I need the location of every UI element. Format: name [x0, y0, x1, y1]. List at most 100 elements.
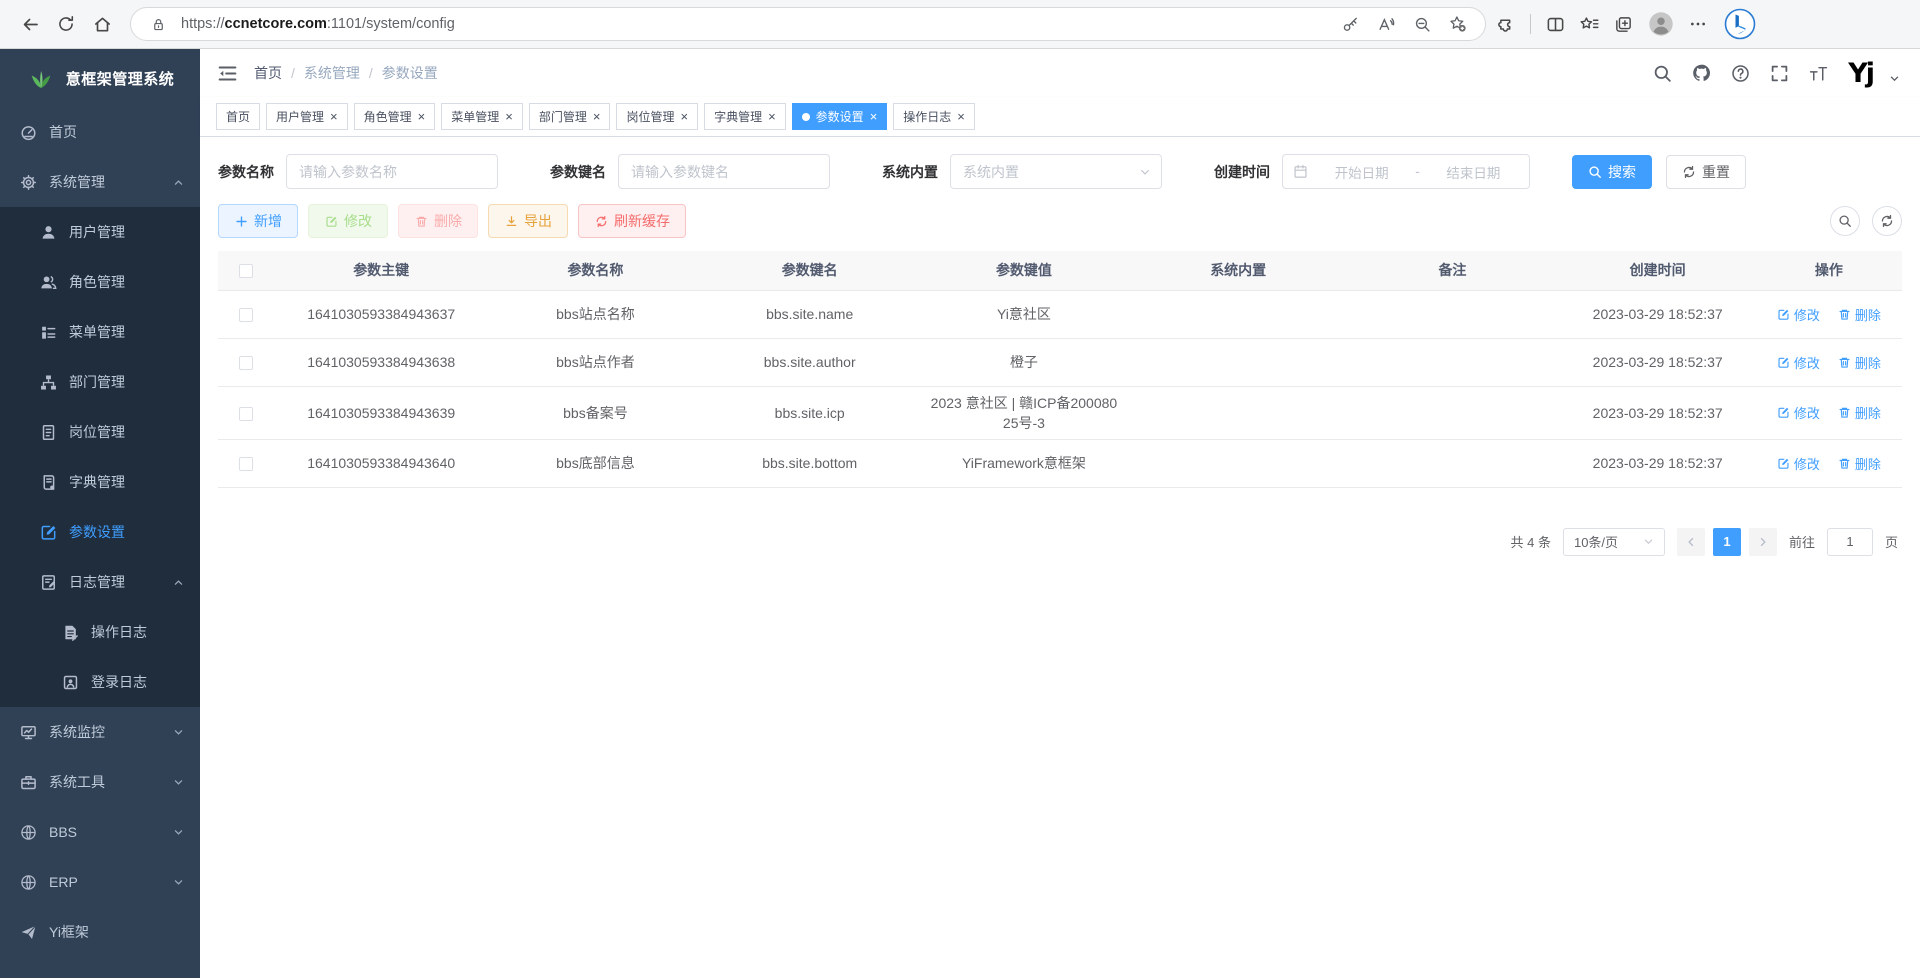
read-aloud-icon[interactable]: [1373, 16, 1399, 33]
sidebar-item-10[interactable]: 操作日志: [0, 607, 200, 657]
search-icon[interactable]: [1653, 64, 1672, 83]
edit-button[interactable]: 修改: [308, 204, 388, 238]
param-key-input[interactable]: [618, 154, 830, 189]
row-checkbox[interactable]: [239, 457, 253, 471]
tab-0[interactable]: 首页: [216, 103, 260, 130]
extensions-icon[interactable]: [1496, 15, 1515, 34]
collections-icon[interactable]: [1614, 15, 1633, 34]
delete-row-button[interactable]: 删除: [1838, 305, 1881, 324]
row-checkbox[interactable]: [239, 308, 253, 322]
tab-1[interactable]: 用户管理×: [266, 103, 348, 130]
more-icon[interactable]: [1689, 15, 1707, 33]
font-size-icon[interactable]: [1809, 64, 1828, 83]
add-button[interactable]: 新增: [218, 204, 298, 238]
select-all-checkbox[interactable]: [239, 264, 253, 278]
sidebar-item-9[interactable]: 日志管理: [0, 557, 200, 607]
delete-row-button[interactable]: 删除: [1838, 403, 1881, 422]
chevron-down-icon[interactable]: [1885, 69, 1904, 88]
help-icon[interactable]: [1731, 64, 1750, 83]
delete-row-button[interactable]: 删除: [1838, 353, 1881, 372]
reset-button[interactable]: 重置: [1666, 155, 1746, 189]
app-logo[interactable]: 意框架管理系统: [0, 49, 200, 107]
favorites-bar-icon[interactable]: [1580, 15, 1599, 34]
close-icon[interactable]: ×: [768, 110, 776, 123]
sidebar-item-15[interactable]: ERP: [0, 857, 200, 907]
close-icon[interactable]: ×: [418, 110, 426, 123]
edit-pen-icon: [1777, 457, 1790, 470]
goto-page-input[interactable]: [1827, 528, 1873, 556]
date-range-picker[interactable]: 开始日期 - 结束日期: [1282, 154, 1530, 189]
edit-row-button[interactable]: 修改: [1777, 403, 1820, 422]
fullscreen-icon[interactable]: [1770, 64, 1789, 83]
page-size-select[interactable]: 10条/页: [1563, 528, 1665, 556]
close-icon[interactable]: ×: [680, 110, 688, 123]
refresh-cache-button[interactable]: 刷新缓存: [578, 204, 686, 238]
tab-3[interactable]: 菜单管理×: [441, 103, 523, 130]
tab-4[interactable]: 部门管理×: [529, 103, 611, 130]
home-icon[interactable]: [84, 6, 120, 42]
pagination: 共 4 条 10条/页 1 前往 页: [218, 528, 1902, 556]
config-table: 参数主键参数名称参数键名参数键值系统内置备注创建时间操作 16410305933…: [218, 251, 1902, 488]
row-checkbox[interactable]: [239, 356, 253, 370]
tab-7[interactable]: 参数设置×: [792, 103, 888, 130]
tab-2[interactable]: 角色管理×: [354, 103, 436, 130]
trash-icon: [1838, 406, 1851, 419]
profile-avatar-icon[interactable]: [1648, 11, 1674, 37]
url-text[interactable]: https://ccnetcore.com:1101/system/config: [181, 16, 455, 32]
sidebar-toggle-icon[interactable]: [216, 62, 238, 84]
tab-8[interactable]: 操作日志×: [893, 103, 975, 130]
cell-key: bbs.site.name: [703, 290, 917, 338]
key-icon[interactable]: [1337, 16, 1363, 33]
sidebar-item-8[interactable]: 参数设置: [0, 507, 200, 557]
sidebar-item-11[interactable]: 登录日志: [0, 657, 200, 707]
sidebar-item-5[interactable]: 部门管理: [0, 357, 200, 407]
sidebar-item-14[interactable]: BBS: [0, 807, 200, 857]
param-name-input[interactable]: [286, 154, 498, 189]
address-bar[interactable]: https://ccnetcore.com:1101/system/config: [130, 7, 1486, 41]
bing-copilot-icon[interactable]: [1722, 8, 1758, 40]
lock-icon[interactable]: [145, 17, 171, 32]
github-icon[interactable]: [1692, 64, 1711, 83]
edit-row-button[interactable]: 修改: [1777, 353, 1820, 372]
prev-page-button[interactable]: [1677, 528, 1705, 556]
favorite-add-icon[interactable]: [1445, 15, 1471, 33]
tab-6[interactable]: 字典管理×: [704, 103, 786, 130]
builtin-select[interactable]: 系统内置: [950, 154, 1162, 189]
sidebar-item-4[interactable]: 菜单管理: [0, 307, 200, 357]
sidebar-item-7[interactable]: 字典管理: [0, 457, 200, 507]
search-button[interactable]: 搜索: [1572, 155, 1652, 189]
page-number-1[interactable]: 1: [1713, 528, 1741, 556]
sidebar-item-16[interactable]: Yi框架: [0, 907, 200, 957]
close-icon[interactable]: ×: [957, 110, 965, 123]
back-icon[interactable]: [12, 6, 48, 42]
edit-row-button[interactable]: 修改: [1777, 305, 1820, 324]
delete-row-button[interactable]: 删除: [1838, 454, 1881, 473]
delete-button[interactable]: 删除: [398, 204, 478, 238]
breadcrumb-item-0[interactable]: 首页: [254, 63, 282, 83]
close-icon[interactable]: ×: [505, 110, 513, 123]
split-screen-icon[interactable]: [1546, 15, 1565, 34]
close-icon[interactable]: ×: [593, 110, 601, 123]
edit-row-button[interactable]: 修改: [1777, 454, 1820, 473]
sidebar-item-1[interactable]: 系统管理: [0, 157, 200, 207]
breadcrumb-item-1[interactable]: 系统管理: [304, 63, 360, 83]
chevron-down-icon: [173, 727, 184, 738]
close-icon[interactable]: ×: [330, 110, 338, 123]
sidebar-item-13[interactable]: 系统工具: [0, 757, 200, 807]
user-logo[interactable]: Yj: [1848, 60, 1873, 87]
sidebar-item-3[interactable]: 角色管理: [0, 257, 200, 307]
sidebar-item-0[interactable]: 首页: [0, 107, 200, 157]
export-button[interactable]: 导出: [488, 204, 568, 238]
row-checkbox[interactable]: [239, 407, 253, 421]
home-icon: [93, 15, 112, 34]
close-icon[interactable]: ×: [870, 110, 878, 123]
reload-icon[interactable]: [48, 6, 84, 42]
sidebar-item-12[interactable]: 系统监控: [0, 707, 200, 757]
zoom-out-icon[interactable]: [1409, 16, 1435, 33]
next-page-button[interactable]: [1749, 528, 1777, 556]
toggle-search-button[interactable]: [1830, 206, 1860, 236]
sidebar-item-2[interactable]: 用户管理: [0, 207, 200, 257]
sidebar-item-6[interactable]: 岗位管理: [0, 407, 200, 457]
tab-5[interactable]: 岗位管理×: [616, 103, 698, 130]
refresh-table-button[interactable]: [1872, 206, 1902, 236]
